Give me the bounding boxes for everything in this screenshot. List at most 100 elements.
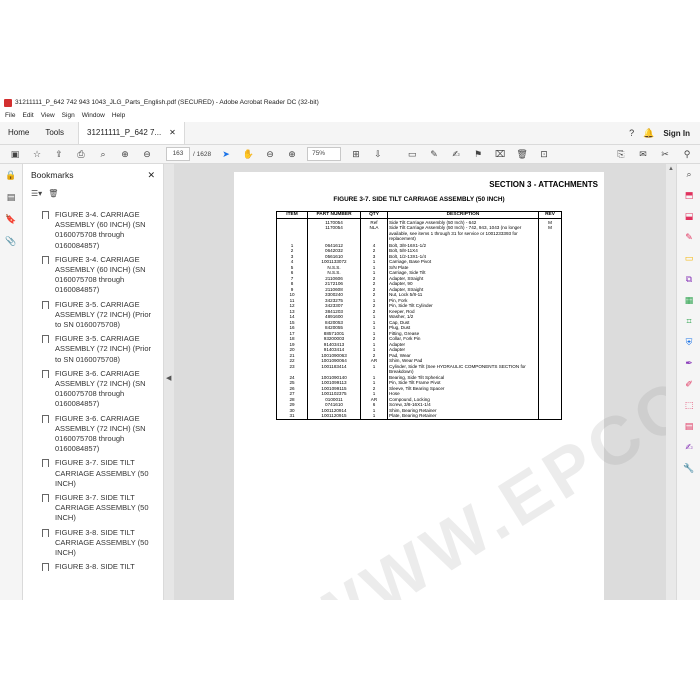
bookmark-item[interactable]: FIGURE 3-8. SIDE TILT [23, 560, 163, 574]
bookmark-item[interactable]: FIGURE 3-6. CARRIAGE ASSEMBLY (72 INCH) … [23, 412, 163, 457]
previous-page-icon[interactable]: ⊕ [118, 147, 132, 161]
document-viewport[interactable]: SECTION 3 - ATTACHMENTS FIGURE 3-7. SIDE… [174, 164, 676, 600]
page-fit-icon[interactable]: ⊞ [349, 147, 363, 161]
lock-icon[interactable]: 🔒 [0, 164, 22, 186]
page-number-input[interactable]: 163 [166, 147, 190, 161]
bookmark-label: FIGURE 3-6. CARRIAGE ASSEMBLY (72 INCH) … [55, 413, 146, 454]
search-zoom-icon[interactable]: ⌕ [677, 164, 700, 185]
menu-edit[interactable]: Edit [22, 110, 33, 122]
organize-pages-icon[interactable]: ▦ [677, 290, 700, 311]
help-icon[interactable]: ? [629, 128, 634, 138]
window-title: 31211111_P_642 742 943 1043_JLG_Parts_En… [15, 99, 319, 106]
tab-tools[interactable]: Tools [37, 122, 72, 144]
zoom-select[interactable]: 75% [307, 147, 342, 161]
table-cell: 1 [360, 363, 388, 375]
bookmark-label: FIGURE 3-8. SIDE TILT [55, 562, 135, 572]
send-for-signature-icon[interactable]: ✍ [677, 437, 700, 458]
create-pdf-icon[interactable]: ⬓ [677, 206, 700, 227]
share-link-icon[interactable]: ⎘ [614, 147, 628, 161]
more-tools-wrench-icon[interactable]: 🔧 [677, 458, 700, 479]
tab-document-label: 31211111_P_642 7... [87, 128, 162, 137]
comment-icon[interactable]: ▭ [405, 147, 419, 161]
acrobat-window: 31211111_P_642 742 943 1043_JLG_Parts_En… [0, 96, 700, 600]
tab-bar: Home Tools 31211111_P_642 7... ✕ ? 🔔 Sig… [0, 122, 700, 145]
notification-bell-icon[interactable]: 🔔 [643, 128, 654, 139]
bookmark-item[interactable]: FIGURE 3-4. CARRIAGE ASSEMBLY (60 INCH) … [23, 208, 163, 253]
text-markup-icon[interactable]: ⌧ [493, 147, 507, 161]
bookmark-item[interactable]: FIGURE 3-8. SIDE TILT CARRIAGE ASSEMBLY … [23, 526, 163, 561]
table-cell: 1 [360, 413, 388, 420]
bookmark-label: FIGURE 3-7. SIDE TILT CARRIAGE ASSEMBLY … [55, 493, 149, 523]
bookmark-flag-icon [42, 494, 50, 524]
delete-icon[interactable]: 🗑 [515, 147, 529, 161]
combine-files-icon[interactable]: ⧉ [677, 269, 700, 290]
table-cell: M [538, 218, 562, 226]
scan-ocr-icon[interactable]: ⌗ [677, 311, 700, 332]
table-row: 1170054 NLA Side Tilt Carriage Assembly (5… [277, 225, 562, 242]
protect-icon[interactable]: ⛨ [677, 332, 700, 353]
stamp-icon[interactable]: ⚑ [471, 147, 485, 161]
redact-icon[interactable]: ✐ [677, 374, 700, 395]
zoom-in-icon[interactable]: ⊕ [285, 147, 299, 161]
compress-pdf-icon[interactable]: ⬚ [677, 395, 700, 416]
menu-sign[interactable]: Sign [62, 110, 75, 122]
hand-tool-icon[interactable]: ✋ [241, 147, 255, 161]
scroll-up-icon[interactable]: ▲ [668, 166, 674, 172]
highlight-icon[interactable]: ✎ [427, 147, 441, 161]
annotations-icon[interactable]: ⊡ [537, 147, 551, 161]
rich-media-icon[interactable]: ▤ [677, 416, 700, 437]
menu-help[interactable]: Help [112, 110, 125, 122]
draw-icon[interactable]: ✍ [449, 147, 463, 161]
close-tab-icon[interactable]: ✕ [169, 122, 176, 144]
zoom-out-icon[interactable]: ⊖ [263, 147, 277, 161]
table-cell [538, 363, 562, 375]
upload-icon[interactable]: ⇪ [52, 147, 66, 161]
menu-view[interactable]: View [41, 110, 55, 122]
table-cell: 31 [289, 413, 295, 419]
tab-home[interactable]: Home [0, 122, 37, 144]
more-tools-icon[interactable]: ✂ [658, 147, 672, 161]
stamp-tool-icon[interactable]: ⚲ [680, 147, 694, 161]
bookmarks-icon[interactable]: 🔖 [0, 208, 22, 230]
bookmark-flag-icon [42, 369, 50, 410]
vertical-scrollbar[interactable]: ▲ [666, 164, 676, 600]
collapse-arrow-icon[interactable]: ◀ [166, 374, 171, 382]
parts-table: ITEM PART NUMBER QTY DESCRIPTION REV 117… [276, 211, 562, 420]
export-pdf-icon[interactable]: ⬒ [677, 185, 700, 206]
menu-window[interactable]: Window [82, 110, 105, 122]
bookmark-item[interactable]: FIGURE 3-7. SIDE TILT CARRIAGE ASSEMBLY … [23, 491, 163, 526]
edit-pdf-icon[interactable]: ✎ [677, 227, 700, 248]
table-row: 31 1001120915 1 Plate, Bearing Retainer [277, 413, 562, 420]
search-icon[interactable]: ⌕ [96, 147, 110, 161]
fill-sign-icon[interactable]: ✒ [677, 353, 700, 374]
bookmark-item[interactable]: FIGURE 3-7. SIDE TILT CARRIAGE ASSEMBLY … [23, 456, 163, 491]
table-row: 1170054 Ref Side Tilt Carriage Assembly (5… [277, 218, 562, 226]
email-icon[interactable]: ✉ [636, 147, 650, 161]
sign-in-button[interactable]: Sign In [663, 129, 690, 138]
bookmark-item[interactable]: FIGURE 3-5. CARRIAGE ASSEMBLY (72 INCH) … [23, 332, 163, 367]
delete-bookmark-icon[interactable]: 🗑 [48, 189, 58, 198]
table-cell [277, 218, 308, 225]
bookmark-options-icon[interactable]: ☰▾ [31, 189, 42, 198]
panel-collapse-bar[interactable]: ◀ [164, 164, 174, 600]
select-cursor-icon[interactable]: ➤ [219, 147, 233, 161]
menu-bar: File Edit View Sign Window Help [0, 110, 700, 122]
bookmark-label: FIGURE 3-5. CARRIAGE ASSEMBLY (72 INCH) … [55, 299, 151, 330]
attachments-icon[interactable]: 📎 [0, 230, 22, 252]
close-panel-icon[interactable]: ✕ [147, 170, 155, 181]
bookmark-star-icon[interactable]: ☆ [30, 147, 44, 161]
print-icon[interactable]: ⎙ [74, 147, 88, 161]
bookmark-label: FIGURE 3-7. SIDE TILT CARRIAGE ASSEMBLY … [55, 458, 149, 488]
comment-tool-icon[interactable]: ▭ [677, 248, 700, 269]
bookmark-item[interactable]: FIGURE 3-5. CARRIAGE ASSEMBLY (72 INCH) … [23, 298, 163, 333]
next-page-icon[interactable]: ⊖ [140, 147, 154, 161]
page-thumbnails-icon[interactable]: ▤ [0, 186, 22, 208]
table-header-row: ITEM PART NUMBER QTY DESCRIPTION REV [276, 211, 562, 219]
tab-document[interactable]: 31211111_P_642 7... ✕ [78, 122, 185, 144]
scroll-mode-icon[interactable]: ⇩ [371, 147, 385, 161]
save-icon[interactable]: ▣ [8, 147, 22, 161]
table-row: 23 1001183414 1 Cylinder, Side Tilt (See HY… [277, 363, 562, 375]
bookmark-item[interactable]: FIGURE 3-6. CARRIAGE ASSEMBLY (72 INCH) … [23, 367, 163, 412]
menu-file[interactable]: File [5, 110, 15, 122]
bookmark-item[interactable]: FIGURE 3-4. CARRIAGE ASSEMBLY (60 INCH) … [23, 253, 163, 298]
